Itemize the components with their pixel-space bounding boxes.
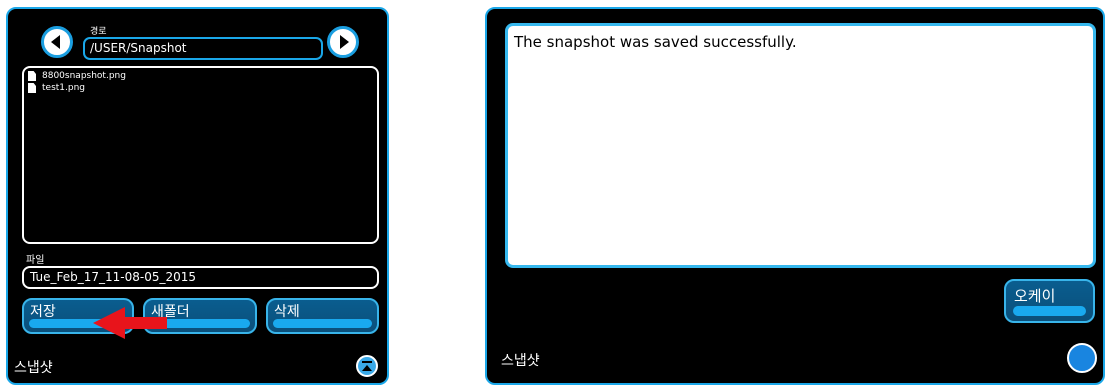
file-browser-screen: 경로 /USER/Snapshot 8800snapshot.png test1… (6, 7, 389, 385)
arrow-left-icon (51, 35, 60, 49)
file-list-item[interactable]: test1.png (28, 82, 373, 94)
collapse-icon (362, 361, 372, 371)
file-list: 8800snapshot.png test1.png (22, 66, 379, 244)
file-list-item[interactable]: 8800snapshot.png (28, 70, 373, 82)
delete-button[interactable]: 삭제 (266, 298, 379, 334)
status-circle-button[interactable] (1067, 343, 1097, 373)
path-label: 경로 (90, 27, 107, 37)
ok-button-label: 오케이 (1014, 287, 1056, 305)
screen-title: 스냅샷 (501, 353, 540, 369)
button-highlight-bar (273, 319, 372, 328)
screen-title: 스냅샷 (14, 360, 53, 376)
message-screen: The snapshot was saved successfully. 오케이… (485, 7, 1105, 385)
button-highlight-bar (1013, 306, 1086, 316)
file-icon (28, 71, 36, 81)
arrow-right-icon (340, 35, 349, 49)
delete-button-label: 삭제 (274, 304, 300, 320)
forward-arrow-button[interactable] (327, 26, 359, 58)
message-text: The snapshot was saved successfully. (514, 33, 797, 51)
ok-button[interactable]: 오케이 (1004, 279, 1095, 323)
file-icon (28, 83, 36, 93)
file-label: 파일 (26, 255, 45, 266)
red-arrow-annotation (93, 307, 167, 339)
save-button-label: 저장 (30, 304, 56, 320)
file-name: test1.png (42, 83, 86, 93)
collapse-button[interactable] (356, 355, 378, 377)
back-arrow-button[interactable] (41, 26, 73, 58)
file-name: 8800snapshot.png (42, 71, 126, 81)
filename-input[interactable]: Tue_Feb_17_11-08-05_2015 (22, 266, 379, 289)
path-input[interactable]: /USER/Snapshot (83, 37, 323, 60)
message-box: The snapshot was saved successfully. (505, 23, 1096, 268)
